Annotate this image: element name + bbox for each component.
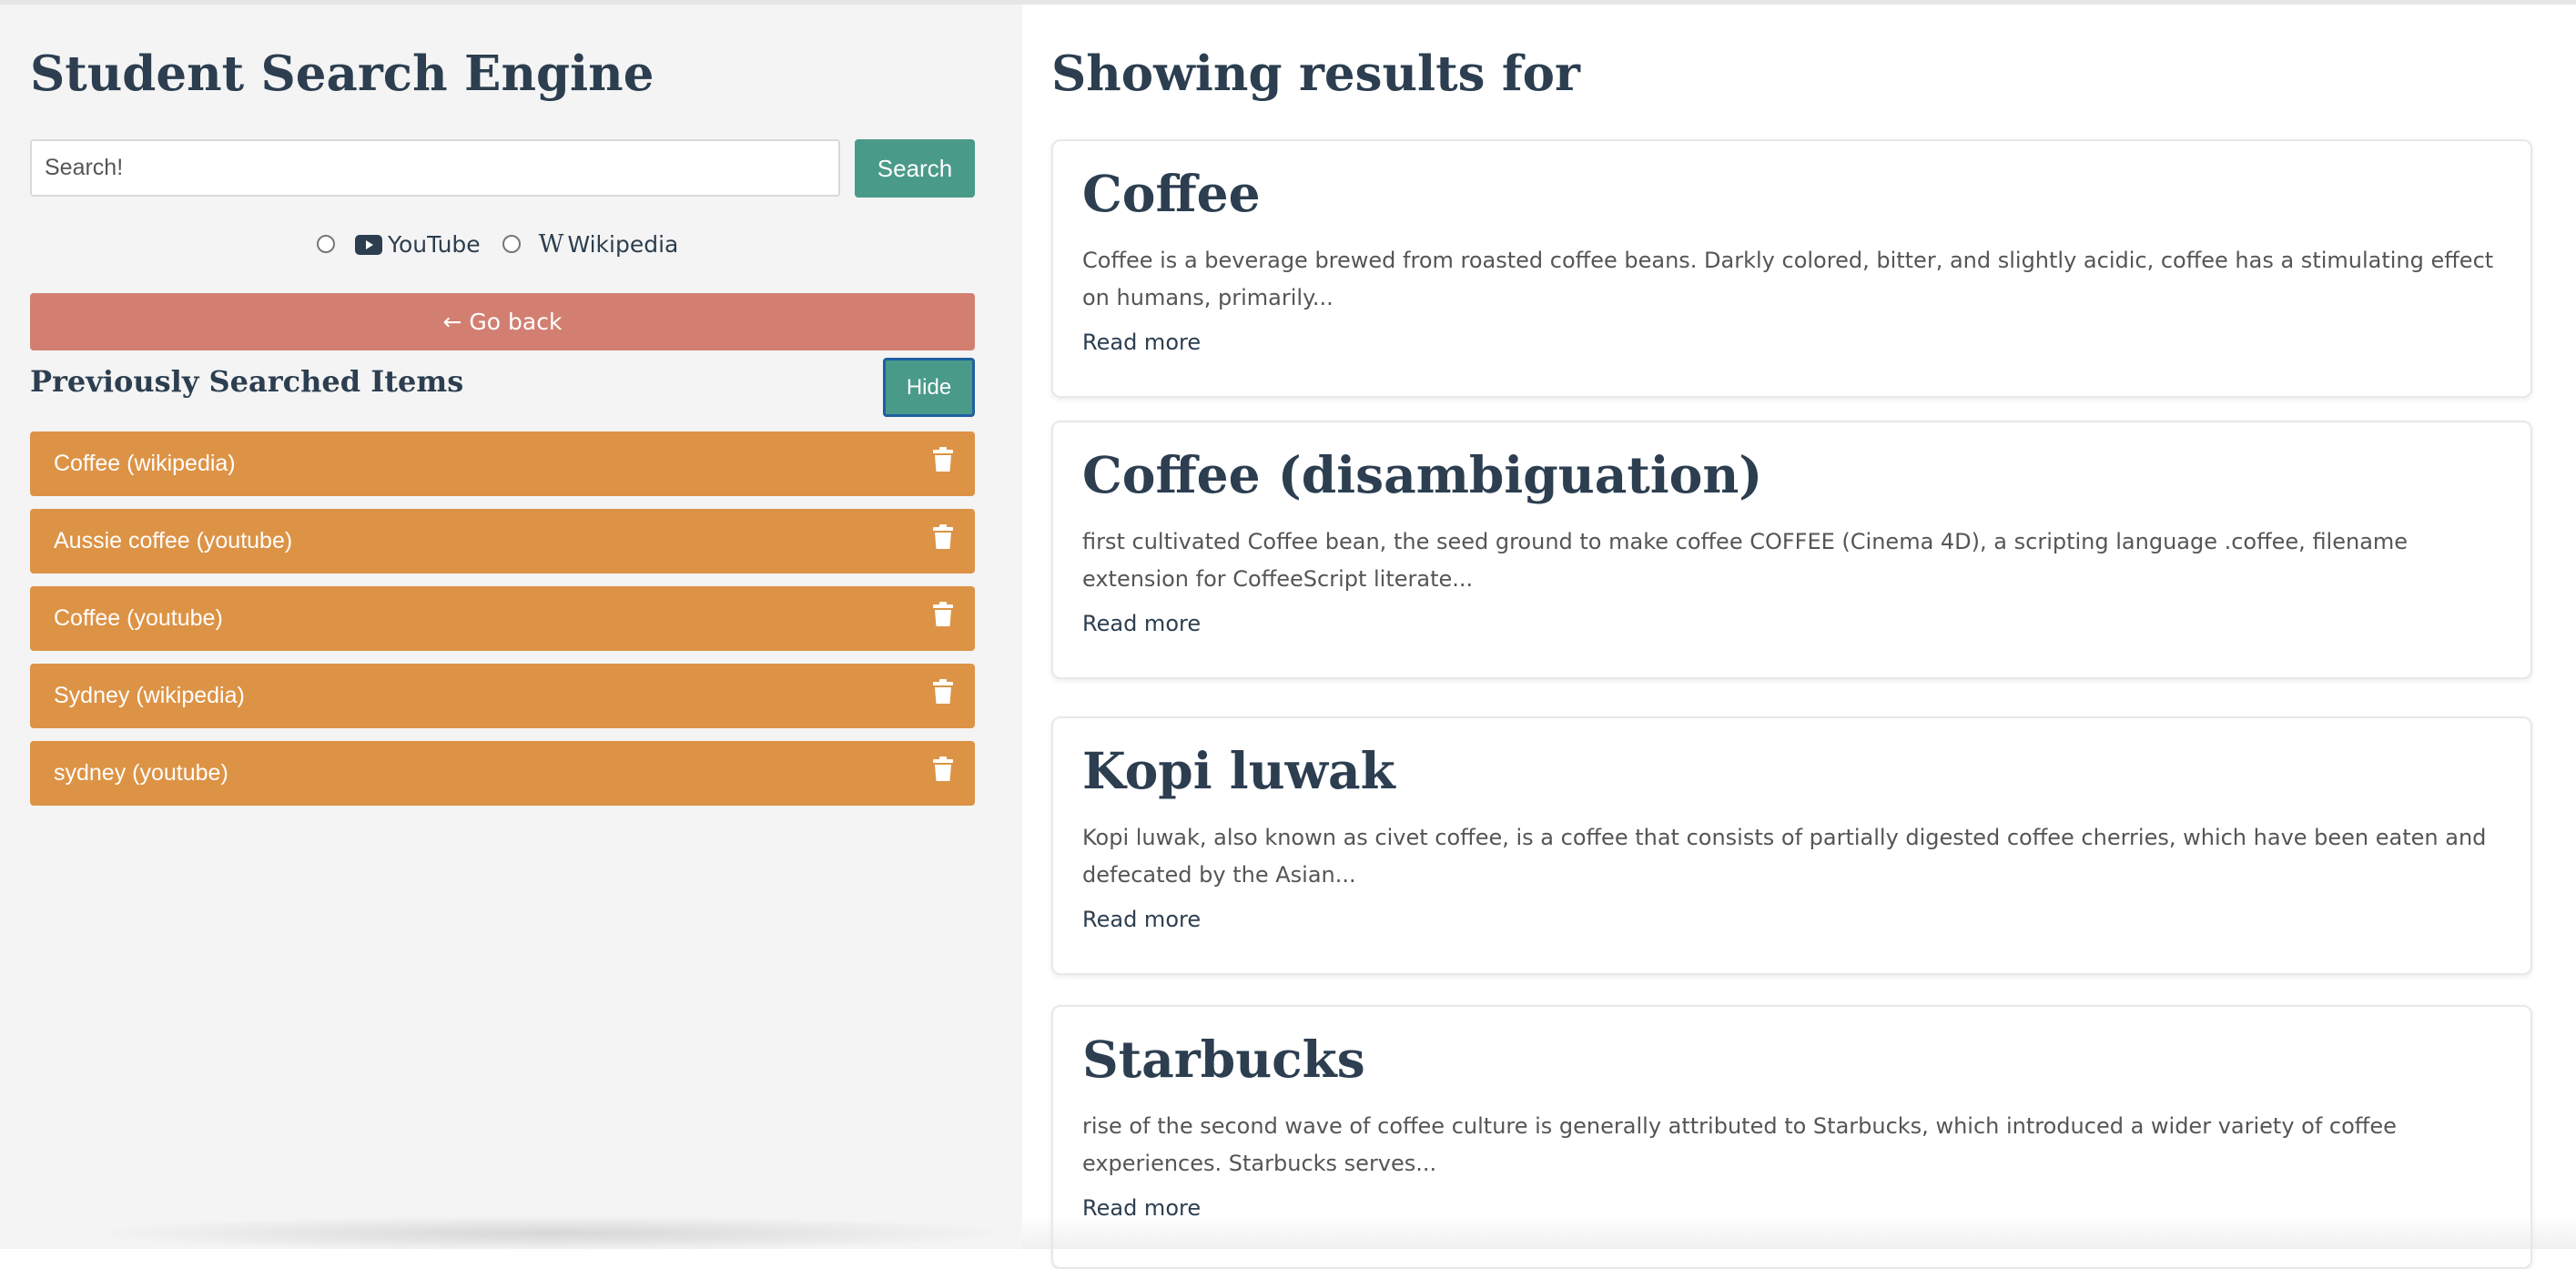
youtube-label[interactable]: YouTube xyxy=(388,231,481,258)
history-item[interactable]: Sydney (wikipedia) xyxy=(30,664,975,728)
trash-icon[interactable] xyxy=(933,679,953,705)
app-title: Student Search Engine xyxy=(30,46,654,102)
result-snippet: Coffee is a beverage brewed from roasted… xyxy=(1082,247,2494,310)
search-input[interactable] xyxy=(30,139,840,197)
trash-icon[interactable] xyxy=(933,447,953,472)
sidebar-shadow xyxy=(82,1215,1019,1252)
source-selector: YouTube W Wikipedia xyxy=(317,228,678,260)
result-card: Coffee Coffee is a beverage brewed from … xyxy=(1051,139,2532,398)
result-snippet: first cultivated Coffee bean, the seed g… xyxy=(1082,528,2409,592)
history-item-label[interactable]: Aussie coffee (youtube) xyxy=(54,528,292,554)
history-item-label[interactable]: Coffee (wikipedia) xyxy=(54,451,236,477)
history-item[interactable]: Coffee (youtube) xyxy=(30,586,975,651)
search-button[interactable]: Search xyxy=(855,139,975,198)
result-card: Coffee (disambiguation) first cultivated… xyxy=(1051,421,2532,679)
history-item[interactable]: Aussie coffee (youtube) xyxy=(30,509,975,574)
read-more-link[interactable]: Read more xyxy=(1082,330,1201,355)
trash-icon[interactable] xyxy=(933,756,953,782)
go-back-button[interactable]: ← Go back xyxy=(30,293,975,350)
result-snippet: rise of the second wave of coffee cultur… xyxy=(1082,1112,2397,1176)
result-title: Starbucks xyxy=(1082,1030,1365,1089)
history-item-label[interactable]: Coffee (youtube) xyxy=(54,605,223,632)
bottom-fade xyxy=(1022,1215,2576,1249)
result-snippet: Kopi luwak, also known as civet coffee, … xyxy=(1082,824,2487,888)
result-title: Coffee xyxy=(1082,164,1261,223)
history-item[interactable]: sydney (youtube) xyxy=(30,741,975,806)
wikipedia-radio[interactable] xyxy=(502,235,521,253)
hide-history-button[interactable]: Hide xyxy=(883,358,975,417)
result-title: Kopi luwak xyxy=(1082,741,1395,800)
results-title: Showing results for xyxy=(1051,46,1580,102)
read-more-link[interactable]: Read more xyxy=(1082,907,1201,932)
history-list: Coffee (wikipedia) Aussie coffee (youtub… xyxy=(30,431,975,818)
youtube-radio[interactable] xyxy=(317,235,335,253)
history-item-label[interactable]: Sydney (wikipedia) xyxy=(54,683,245,709)
wikipedia-label[interactable]: Wikipedia xyxy=(567,231,678,258)
history-item[interactable]: Coffee (wikipedia) xyxy=(30,431,975,496)
history-title: Previously Searched Items xyxy=(30,364,464,399)
trash-icon[interactable] xyxy=(933,602,953,627)
read-more-link[interactable]: Read more xyxy=(1082,611,1201,636)
result-title: Coffee (disambiguation) xyxy=(1082,445,1763,504)
history-item-label[interactable]: sydney (youtube) xyxy=(54,760,228,787)
wikipedia-icon: W xyxy=(538,229,564,259)
youtube-icon xyxy=(355,234,382,255)
trash-icon[interactable] xyxy=(933,524,953,550)
result-card: Kopi luwak Kopi luwak, also known as civ… xyxy=(1051,716,2532,975)
